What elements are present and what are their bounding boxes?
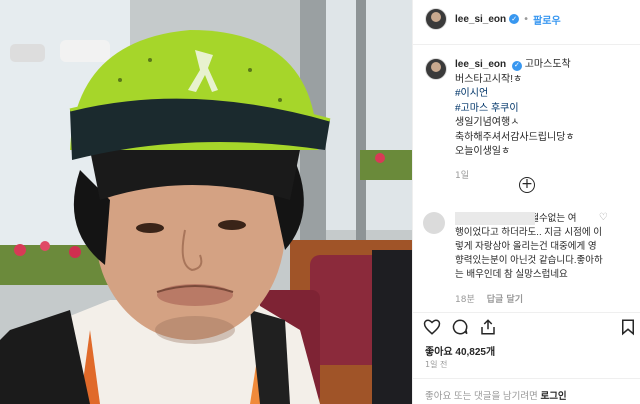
login-prompt-text: 좋아요 또는 댓글을 남기려면 xyxy=(425,391,538,402)
comment-line: 행이었다고 하더라도.. 지금 시점에 이 xyxy=(455,227,602,238)
likes-count[interactable]: 좋아요 40,825개 xyxy=(425,343,495,358)
caption-line: 버스타고시작!ㅎ xyxy=(455,73,523,85)
bookmark-icon[interactable] xyxy=(619,318,637,336)
blurred-username xyxy=(455,212,535,225)
caption-time: 1일 xyxy=(455,170,470,181)
comment-meta: 18분 답글 달기 xyxy=(455,292,603,305)
post-side-panel: lee_si_eon ✓ • 팔로우 lee_si_eon ✓ 고마스도착 버스… xyxy=(412,0,640,404)
hashtag-link[interactable]: #이시언 xyxy=(455,87,575,102)
share-icon[interactable] xyxy=(479,318,497,336)
reply-button[interactable]: 답글 달기 xyxy=(487,292,523,305)
caption-body: lee_si_eon ✓ 고마스도착 버스타고시작!ㅎ #이시언 #고마스 후쿠… xyxy=(455,58,575,181)
comment-body: 님취소할수 없는 어쩔수없는 여 행이었다고 하더라도.. 지금 시점에 이 렇… xyxy=(455,212,603,305)
verified-badge-icon: ✓ xyxy=(509,14,520,24)
avatar[interactable] xyxy=(425,8,447,30)
comment-line: 렇게 자랑삼아 올리는건 대중에게 영 xyxy=(455,241,597,252)
separator-dot: • xyxy=(523,13,530,25)
login-link[interactable]: 로그인 xyxy=(540,391,566,402)
caption-username[interactable]: lee_si_eon xyxy=(455,59,506,70)
commenter-avatar-icon[interactable] xyxy=(423,212,445,234)
selfie-illustration xyxy=(0,0,412,404)
caption-line: 오늘이생일ㅎ xyxy=(455,146,511,157)
caption-avatar[interactable] xyxy=(425,58,447,80)
caption-line: 축하해주셔서감사드립니당ㅎ xyxy=(455,131,575,143)
follow-button[interactable]: 팔로우 xyxy=(533,12,561,27)
load-more-comments-icon[interactable]: + xyxy=(519,177,535,193)
post-header: lee_si_eon ✓ • 팔로우 xyxy=(425,8,561,30)
likes-label: 좋아요 xyxy=(425,347,453,358)
username[interactable]: lee_si_eon xyxy=(455,14,506,25)
actions-divider xyxy=(413,312,640,313)
likes-number: 40,825개 xyxy=(455,347,496,358)
comment-block: 님취소할수 없는 어쩔수없는 여 행이었다고 하더라도.. 지금 시점에 이 렇… xyxy=(423,212,608,305)
post-time: 1일 전 xyxy=(425,360,448,369)
like-heart-icon[interactable] xyxy=(423,318,441,336)
caption-line: 고마스도착 xyxy=(524,59,571,70)
hashtag-link[interactable]: #고마스 후쿠이 xyxy=(455,102,575,117)
caption-line: 생일기념여행ㅅ xyxy=(455,117,520,128)
header-divider xyxy=(413,44,640,45)
post-photo xyxy=(0,0,412,404)
comment-line: 는 배우인데 참 실망스럽네요 xyxy=(455,269,568,280)
footer-divider xyxy=(413,378,640,379)
comment-bubble-icon[interactable] xyxy=(451,318,469,336)
login-prompt: 좋아요 또는 댓글을 남기려면 로그인 xyxy=(425,388,567,402)
comment-time: 18분 xyxy=(455,295,475,305)
verified-badge-icon: ✓ xyxy=(511,61,522,71)
caption-block: lee_si_eon ✓ 고마스도착 버스타고시작!ㅎ #이시언 #고마스 후쿠… xyxy=(425,58,575,181)
comment-line: 향력있는분이 아닌것 같습니다.좋아하 xyxy=(455,255,603,266)
